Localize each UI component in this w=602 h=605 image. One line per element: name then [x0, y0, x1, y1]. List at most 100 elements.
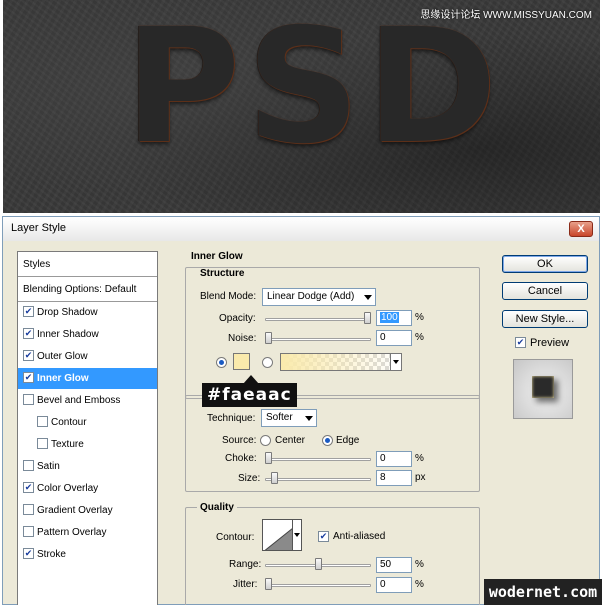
glow-color-swatch[interactable] — [233, 353, 250, 370]
psd-text-layer: PSD — [124, 0, 504, 179]
range-unit: % — [415, 559, 424, 570]
solid-color-radio[interactable] — [216, 357, 227, 368]
glow-gradient-picker[interactable] — [280, 353, 402, 371]
structure-title: Structure — [197, 268, 248, 279]
source-watermark: wodernet.com — [484, 579, 602, 605]
chevron-down-icon — [364, 295, 372, 300]
jitter-unit: % — [415, 579, 424, 590]
style-checkbox[interactable]: ✔ — [23, 481, 34, 493]
quality-group — [185, 507, 480, 605]
noise-slider-thumb[interactable] — [265, 332, 272, 344]
opacity-slider-thumb[interactable] — [364, 312, 371, 324]
noise-label: Noise: — [228, 333, 257, 344]
source-center-radio[interactable] — [260, 435, 271, 446]
dialog-title: Layer Style — [11, 222, 67, 234]
technique-label: Technique: — [207, 413, 256, 424]
jitter-slider-thumb[interactable] — [265, 578, 272, 590]
style-item-texture[interactable]: Texture — [18, 434, 157, 456]
style-item-pattern-overlay[interactable]: Pattern Overlay — [18, 522, 157, 544]
source-edge-label[interactable]: Edge — [336, 435, 359, 446]
range-field[interactable]: 50 — [376, 557, 412, 573]
ok-button[interactable]: OK — [502, 255, 588, 273]
style-item-label: Contour — [51, 417, 87, 428]
noise-unit: % — [415, 332, 424, 343]
choke-field[interactable]: 0 — [376, 451, 412, 467]
close-button[interactable]: X — [569, 221, 593, 237]
range-slider-thumb[interactable] — [314, 558, 322, 570]
style-checkbox[interactable]: ✔ — [23, 327, 34, 339]
cancel-button[interactable]: Cancel — [502, 282, 588, 300]
blend-mode-value: Linear Dodge (Add) — [267, 291, 355, 302]
choke-slider[interactable] — [265, 458, 371, 461]
style-item-inner-shadow[interactable]: ✔ Inner Shadow — [18, 324, 157, 346]
noise-slider[interactable] — [265, 338, 371, 341]
style-checkbox[interactable] — [23, 525, 34, 537]
color-hex-callout: #faeaac — [202, 375, 297, 407]
style-item-label: Drop Shadow — [37, 307, 98, 318]
site-watermark: 思缘设计论坛 WWW.MISSYUAN.COM — [420, 10, 592, 21]
size-field[interactable]: 8 — [376, 470, 412, 486]
range-label: Range: — [229, 559, 262, 570]
style-checkbox[interactable]: ✔ — [23, 305, 34, 317]
opacity-field[interactable]: 100 — [376, 310, 412, 326]
style-checkbox[interactable] — [23, 393, 34, 405]
style-checkbox[interactable]: ✔ — [23, 349, 34, 361]
opacity-slider[interactable] — [265, 318, 371, 321]
opacity-label: Opacity: — [219, 313, 256, 324]
choke-unit: % — [415, 453, 424, 464]
style-item-drop-shadow[interactable]: ✔ Drop Shadow — [18, 302, 157, 324]
style-checkbox[interactable]: ✔ — [23, 547, 34, 559]
style-item-label: Color Overlay — [37, 483, 99, 494]
quality-title: Quality — [197, 502, 237, 513]
size-label: Size: — [238, 473, 261, 484]
style-item-label: Texture — [51, 439, 84, 450]
style-item-label: Satin — [37, 461, 60, 472]
style-checkbox[interactable] — [23, 459, 34, 471]
choke-slider-thumb[interactable] — [265, 452, 272, 464]
technique-select[interactable]: Softer — [261, 409, 317, 427]
style-item-gradient-overlay[interactable]: Gradient Overlay — [18, 500, 157, 522]
style-checkbox[interactable]: ✔ — [23, 371, 34, 383]
style-item-label: Stroke — [37, 549, 66, 560]
style-item-label: Inner Shadow — [37, 329, 99, 340]
style-checkbox[interactable] — [37, 415, 48, 427]
technique-value: Softer — [266, 412, 293, 423]
anti-aliased-checkbox[interactable]: ✔ — [318, 531, 329, 542]
document-canvas: PSD 思缘设计论坛 WWW.MISSYUAN.COM — [3, 0, 600, 213]
contour-dropdown[interactable] — [292, 519, 302, 551]
style-checkbox[interactable] — [23, 503, 34, 515]
gradient-radio[interactable] — [262, 357, 273, 368]
blending-options-item[interactable]: Blending Options: Default — [18, 277, 157, 302]
layer-style-dialog: Layer Style X Styles Blending Options: D… — [2, 216, 600, 605]
new-style-button[interactable]: New Style... — [502, 310, 588, 328]
anti-aliased-label[interactable]: Anti-aliased — [333, 531, 385, 542]
style-item-inner-glow[interactable]: ✔ Inner Glow — [18, 368, 157, 390]
source-label: Source: — [222, 435, 257, 446]
preview-label[interactable]: Preview — [530, 337, 569, 349]
style-item-bevel-and-emboss[interactable]: Bevel and Emboss — [18, 390, 157, 412]
chevron-down-icon — [305, 416, 313, 421]
opacity-value: 100 — [380, 312, 399, 323]
panel-title: Inner Glow — [191, 251, 243, 262]
style-item-satin[interactable]: Satin — [18, 456, 157, 478]
style-checkbox[interactable] — [37, 437, 48, 449]
blend-mode-select[interactable]: Linear Dodge (Add) — [262, 288, 376, 306]
preview-checkbox[interactable]: ✔ — [515, 337, 526, 348]
size-unit: px — [415, 472, 426, 483]
gradient-dropdown[interactable] — [390, 354, 401, 370]
style-item-color-overlay[interactable]: ✔ Color Overlay — [18, 478, 157, 500]
source-center-label[interactable]: Center — [275, 435, 305, 446]
style-item-outer-glow[interactable]: ✔ Outer Glow — [18, 346, 157, 368]
size-slider[interactable] — [265, 478, 371, 481]
size-slider-thumb[interactable] — [271, 472, 278, 484]
choke-label: Choke: — [225, 453, 257, 464]
noise-field[interactable]: 0 — [376, 330, 412, 346]
style-item-stroke[interactable]: ✔ Stroke — [18, 544, 157, 566]
jitter-slider[interactable] — [265, 584, 371, 587]
jitter-field[interactable]: 0 — [376, 577, 412, 593]
style-item-contour[interactable]: Contour — [18, 412, 157, 434]
source-edge-radio[interactable] — [322, 435, 333, 446]
style-item-label: Pattern Overlay — [37, 527, 107, 538]
styles-header[interactable]: Styles — [18, 252, 157, 277]
style-item-label: Outer Glow — [37, 351, 88, 362]
